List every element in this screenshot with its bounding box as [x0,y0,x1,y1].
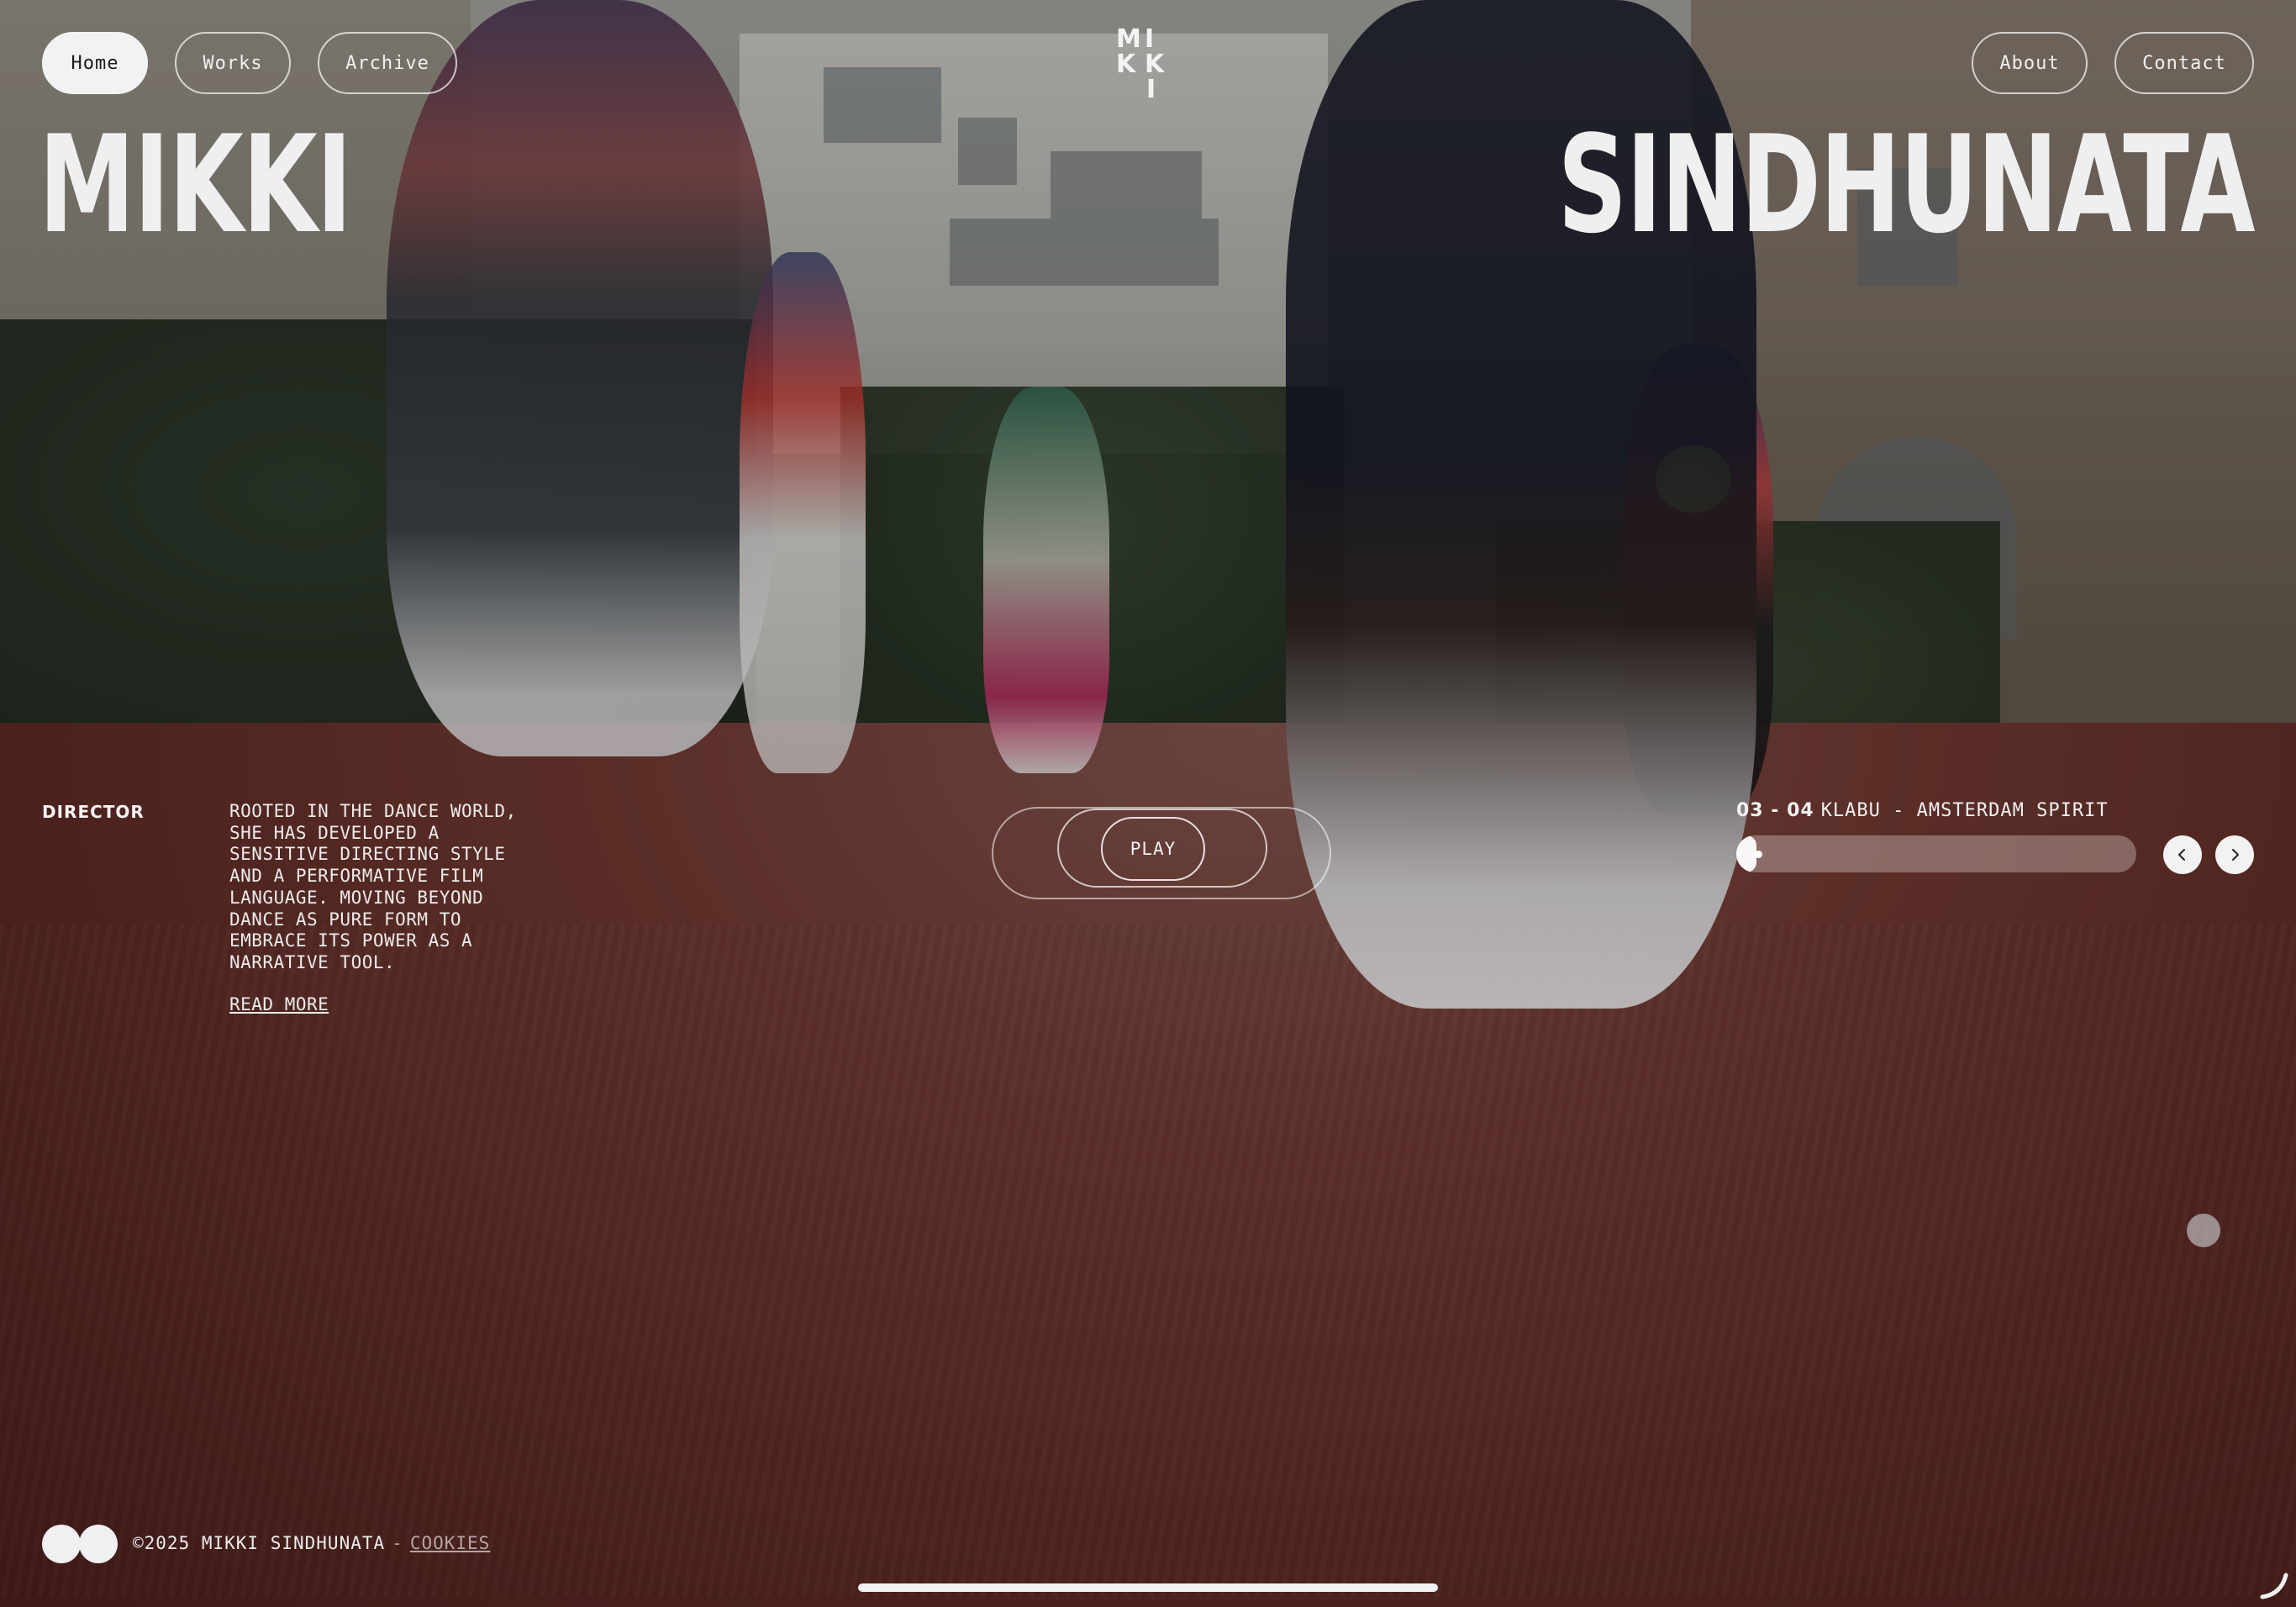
read-more-link[interactable]: READ MORE [229,994,329,1014]
site-logo[interactable]: M I K K I [1111,27,1187,103]
logo-letter: I [1145,24,1155,54]
nav-contact-link[interactable]: Contact [2114,32,2254,94]
play-button[interactable]: PLAY [1101,817,1205,881]
logo-letter: K [1145,50,1165,79]
cookies-link[interactable]: COOKIES [410,1533,491,1553]
next-slide-button[interactable] [2215,835,2254,874]
previous-slide-button[interactable] [2163,835,2202,874]
bio-text: ROOTED IN THE DANCE WORLD, SHE HAS DEVEL… [229,801,517,972]
hero-last-name: SINDHUNATA [1557,106,2255,263]
slide-progress-handle[interactable] [1755,851,1762,858]
slide-progress-fill [1736,835,1756,872]
chevron-right-icon [2232,849,2239,861]
slide-info: 03 - 04 KLABU - AMSTERDAM SPIRIT [1736,800,2109,821]
footer-separator: - [392,1533,403,1553]
nav-archive-link[interactable]: Archive [318,32,457,94]
circle-icon [79,1525,118,1563]
pencil-hook-icon [2260,1573,2288,1599]
role-label: DIRECTOR [42,802,145,822]
footer-text: ©2025 MIKKI SINDHUNATA - COOKIES [133,1533,490,1553]
chevron-left-icon [2178,849,2185,861]
hero-first-name: MIKKI [39,106,352,263]
logo-letter: I [1146,75,1156,104]
nav-about-link[interactable]: About [1972,32,2088,94]
circle-icon [42,1525,81,1563]
copyright-text: ©2025 MIKKI SINDHUNATA [133,1533,386,1553]
cursor-dot [2187,1214,2220,1247]
home-indicator[interactable] [858,1583,1438,1592]
slide-counter: 03 - 04 [1736,800,1814,821]
footer-logo-circles [42,1525,119,1563]
nav-home-link[interactable]: Home [42,32,148,94]
logo-letter: K [1116,50,1136,79]
logo-letter: M [1116,24,1141,54]
slide-progress-bar[interactable] [1736,835,2136,872]
nav-works-link[interactable]: Works [175,32,291,94]
slide-title: KLABU - AMSTERDAM SPIRIT [1820,800,2109,821]
